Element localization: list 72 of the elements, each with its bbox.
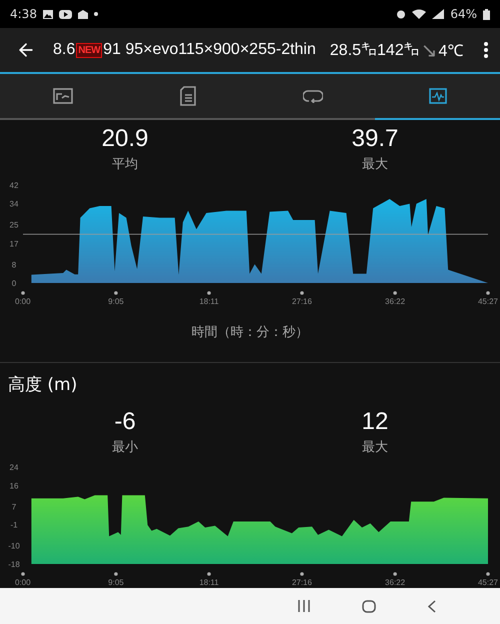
- axis-tick-label: 25: [10, 220, 18, 230]
- axis-tick-label: -10: [8, 542, 20, 551]
- axis-tick-label: -1: [10, 520, 18, 530]
- axis-tick-label: 27:16: [292, 297, 312, 306]
- axis-tick-label: 45:27: [478, 297, 498, 306]
- tick-dot: [207, 572, 211, 576]
- loop-icon: [302, 89, 322, 103]
- stat-value: 20.9: [102, 125, 148, 153]
- axis-tick-label: 7: [12, 502, 16, 512]
- title-text: 4℃: [438, 42, 464, 61]
- back-icon: [428, 600, 436, 612]
- gallery-icon: [42, 10, 53, 18]
- stat-label: 最大: [362, 438, 388, 456]
- recents-button[interactable]: [298, 600, 310, 612]
- signal-icon: [432, 9, 444, 19]
- document-icon: [180, 86, 196, 106]
- tick-dot: [114, 572, 118, 576]
- axis-tick-label: 24: [10, 463, 18, 472]
- axis-tick-label: 42: [10, 181, 18, 190]
- axis-tick-label: 17: [10, 239, 18, 248]
- tick-dot: [114, 291, 118, 295]
- dot-icon: [94, 12, 98, 16]
- axis-tick-label: 0:00: [15, 578, 31, 587]
- axis-tick-label: 36:22: [385, 578, 406, 587]
- video-icon: [58, 10, 72, 18]
- tick-dot: [393, 291, 397, 295]
- axis-tick-label: 9:05: [108, 297, 124, 306]
- axis-tick-label: 9:05: [108, 578, 124, 587]
- clock: 4:38: [10, 7, 37, 21]
- axis-tick-label: 36:22: [385, 297, 406, 306]
- home-icon: [362, 600, 376, 612]
- axis-tick-label: 16: [10, 481, 18, 490]
- more-icon: [484, 42, 488, 58]
- stat-label: 平均: [112, 156, 138, 173]
- more-menu-button[interactable]: [484, 42, 488, 58]
- tick-dot: [486, 291, 490, 295]
- axis-tick-label: 34: [10, 200, 18, 209]
- battery-percent: 64%: [450, 7, 477, 21]
- stat-value: 39.7: [352, 125, 398, 153]
- trend-arrow: ↘: [420, 38, 438, 62]
- stat-value: -6: [114, 408, 136, 436]
- tick-dot: [486, 572, 490, 576]
- axis-tick-label: 18:11: [199, 297, 219, 306]
- new-badge: NEW: [76, 42, 102, 58]
- stat-label: 最小: [112, 438, 138, 456]
- axis-tick-label: 8: [12, 260, 16, 270]
- stat-label: 最大: [362, 156, 388, 173]
- tick-dot: [300, 291, 304, 295]
- chart-card-icon: [52, 88, 72, 104]
- tick-dot: [207, 291, 211, 295]
- stat-value: 12: [362, 408, 388, 436]
- activity-chart-icon: [428, 88, 446, 104]
- wifi-icon: [412, 9, 426, 19]
- axis-tick-label: -18: [8, 560, 20, 569]
- axis-tick-label: 0: [12, 279, 16, 288]
- tick-dot: [393, 572, 397, 576]
- axis-title: 時間（時：分：秒）: [192, 324, 308, 341]
- battery-icon: [483, 8, 490, 20]
- tick-dot: [21, 572, 25, 576]
- tick-dot: [21, 291, 25, 295]
- axis-tick-label: 18:11: [199, 578, 219, 587]
- axis-tick-label: 27:16: [292, 578, 312, 587]
- title-text: 8.6: [53, 41, 76, 59]
- back-nav-button[interactable]: [428, 600, 436, 612]
- recents-icon: [298, 600, 310, 612]
- axis-tick-label: 45:27: [478, 578, 498, 587]
- title-text: 91 95×evo115×900×255-2thin: [103, 41, 316, 59]
- home-button[interactable]: [362, 600, 376, 612]
- tick-dot: [300, 572, 304, 576]
- axis-tick-label: 0:00: [15, 297, 31, 306]
- section-heading: 高度 (m): [8, 374, 78, 396]
- title-text: 28.5㌔142㌔: [330, 40, 420, 60]
